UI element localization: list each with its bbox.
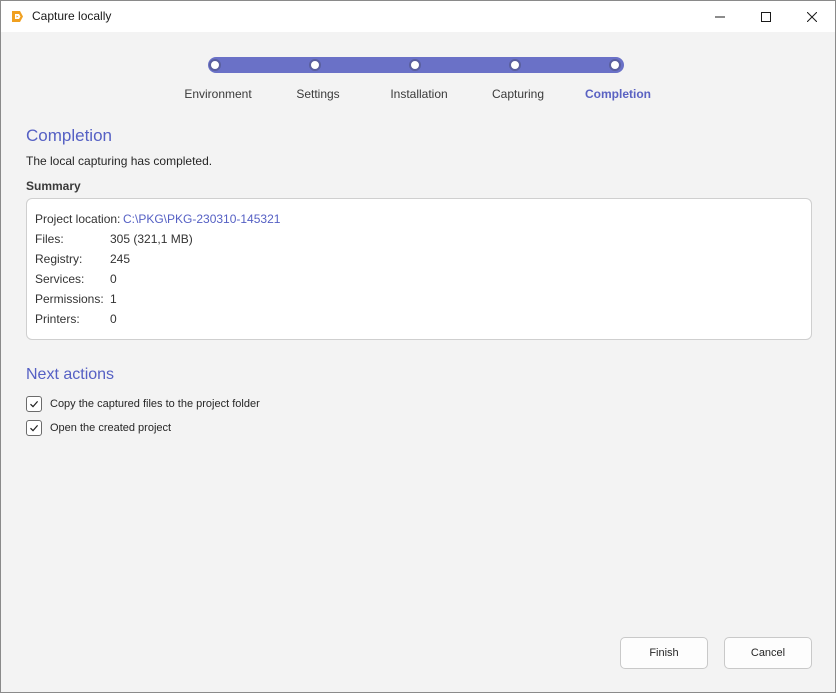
summary-key: Permissions:	[35, 292, 104, 306]
summary-key: Services:	[35, 272, 85, 286]
window-title: Capture locally	[32, 9, 112, 23]
summary-value: 1	[110, 292, 117, 306]
close-icon	[807, 11, 817, 22]
step-label-installation: Installation	[390, 87, 448, 101]
cancel-button[interactable]: Cancel	[724, 637, 812, 669]
page-title: Completion	[26, 126, 112, 145]
title-bar[interactable]: Capture locally	[1, 1, 835, 32]
copy-files-checkbox[interactable]	[26, 396, 42, 412]
maximize-icon	[761, 11, 771, 22]
step-dot-settings	[309, 59, 321, 71]
summary-key: Files:	[35, 232, 64, 246]
summary-key: Printers:	[35, 312, 80, 326]
checkmark-icon	[30, 425, 39, 432]
summary-value: 0	[110, 272, 117, 286]
summary-value: 245	[110, 252, 131, 266]
step-label-capturing: Capturing	[491, 87, 545, 101]
app-logo-icon	[12, 11, 23, 22]
open-project-label: Open the created project	[50, 422, 172, 434]
maximize-button[interactable]	[743, 1, 789, 32]
summary-key: Registry:	[35, 252, 83, 266]
minimize-icon	[715, 16, 725, 17]
step-label-settings: Settings	[296, 87, 340, 101]
step-dot-environment	[209, 59, 221, 71]
summary-key: Project location:	[35, 212, 121, 226]
step-dot-installation	[409, 59, 421, 71]
completion-description: The local capturing has completed.	[26, 154, 213, 168]
summary-value: 305 (321,1 MB)	[110, 232, 193, 246]
step-label-environment: Environment	[184, 87, 252, 101]
summary-label: Summary	[26, 179, 81, 193]
step-dot-capturing	[509, 59, 521, 71]
close-button[interactable]	[789, 1, 835, 32]
minimize-button[interactable]	[697, 1, 743, 32]
capture-locally-window: Capture locally Environment Settings Ins…	[0, 0, 836, 693]
open-project-option[interactable]: Open the created project	[26, 420, 171, 436]
finish-button[interactable]: Finish	[620, 637, 708, 669]
summary-panel: Project location: C:\PKG\PKG-230310-1453…	[26, 198, 812, 340]
step-label-completion: Completion	[585, 87, 651, 101]
open-project-checkbox[interactable]	[26, 420, 42, 436]
summary-value: 0	[110, 312, 117, 326]
next-actions-title: Next actions	[26, 366, 115, 383]
copy-files-label: Copy the captured files to the project f…	[50, 398, 260, 410]
project-location-link[interactable]: C:\PKG\PKG-230310-145321	[123, 212, 280, 226]
copy-files-option[interactable]: Copy the captured files to the project f…	[26, 396, 260, 412]
step-dot-completion	[609, 59, 621, 71]
checkmark-icon	[30, 401, 39, 408]
